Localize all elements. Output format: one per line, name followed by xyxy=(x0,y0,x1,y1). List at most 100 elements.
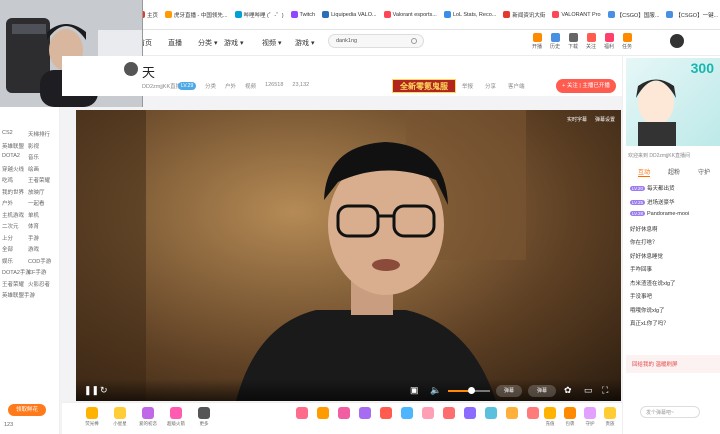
refresh-icon[interactable]: ↻ xyxy=(100,385,108,396)
danmaku-toggle[interactable]: 弹幕 xyxy=(528,385,556,397)
gift-item[interactable] xyxy=(439,407,459,421)
sidebar-item[interactable]: 单机 xyxy=(28,211,39,219)
bookmark-item[interactable]: 新闻资讯大街 xyxy=(503,11,545,19)
bookmark-item[interactable]: 哔哩哔哩 (゜-゜) xyxy=(234,11,284,19)
chat-tab[interactable]: 守护 xyxy=(698,167,710,176)
sidebar-item[interactable]: 放映厅 xyxy=(28,188,45,196)
gift-item[interactable]: 超级火箭 xyxy=(166,407,186,427)
nav-download-icon[interactable]: 下载 xyxy=(564,33,582,50)
gift-item[interactable]: 爱的初恋 xyxy=(138,407,158,427)
bookmark-item[interactable]: Liquipedia VALO... xyxy=(322,11,377,18)
gift-item[interactable] xyxy=(397,407,417,421)
gift-item[interactable] xyxy=(355,407,375,421)
gift-item[interactable] xyxy=(376,407,396,421)
gift-item[interactable] xyxy=(502,407,522,421)
gift-item[interactable]: 更多 xyxy=(194,407,214,427)
volume-slider[interactable] xyxy=(448,387,490,394)
gift-item[interactable] xyxy=(313,407,333,421)
room-action-0[interactable]: 举报 xyxy=(462,82,473,90)
sidebar-item[interactable]: 二次元 xyxy=(2,222,19,230)
user-avatar[interactable] xyxy=(670,34,684,48)
screenshot-icon[interactable]: ▣ xyxy=(410,385,419,396)
sidebar-item[interactable]: 王者荣耀 xyxy=(28,176,50,184)
sidebar-item[interactable]: 娱乐 xyxy=(2,257,13,265)
chat-tab[interactable]: 超粉 xyxy=(668,167,680,176)
gift-action-1[interactable]: 包裹 xyxy=(560,407,580,427)
nav-link[interactable]: 游戏 ▾ xyxy=(295,38,314,48)
sidebar-item[interactable]: 一起看 xyxy=(28,199,45,207)
room-action-2[interactable]: 客户端 xyxy=(508,82,525,90)
chat-input[interactable]: 发个弹幕吧~ xyxy=(640,406,700,418)
sidebar-item[interactable]: 手游 xyxy=(28,234,39,242)
right-banner[interactable]: 300 xyxy=(626,58,720,146)
sidebar-item[interactable]: 英雄联盟手游 xyxy=(2,291,35,299)
sidebar-item[interactable]: 游戏 xyxy=(28,245,39,253)
sidebar-item[interactable]: 绘画 xyxy=(28,165,39,173)
sidebar-item[interactable]: COD手游 xyxy=(28,257,51,265)
sidebar-item[interactable]: CS2 xyxy=(2,130,13,136)
sidebar-item[interactable]: 体育 xyxy=(28,222,39,230)
nav-live-icon[interactable]: 开播 xyxy=(528,33,546,50)
gift-effects-icon[interactable]: ✿ xyxy=(564,385,572,396)
promo-banner[interactable]: 全新零氪鬼服 xyxy=(392,79,456,93)
volume-icon[interactable]: 🔈 xyxy=(430,385,441,396)
sidebar-item[interactable]: 天梯排行 xyxy=(28,130,50,138)
gift-item[interactable] xyxy=(292,407,312,421)
pause-icon[interactable]: ❚❚ xyxy=(84,385,99,396)
bookmark-item[interactable]: VALORANT Pro xyxy=(552,11,601,18)
streamer-avatar[interactable] xyxy=(124,62,138,76)
video-player[interactable]: 实时字幕 弹幕设置 ❚❚ ↻ ▣ 🔈 弹幕 弹幕 ✿ ▭ ⛶ xyxy=(76,110,621,401)
bookmark-item[interactable]: 虎牙直播 - 中国领先... xyxy=(165,11,228,19)
gift-action-3[interactable]: 贵族 xyxy=(600,407,620,427)
claim-flowers-button[interactable]: 领取鲜花 xyxy=(8,404,46,416)
search-icon[interactable] xyxy=(411,38,417,44)
sidebar-item[interactable]: 音乐 xyxy=(28,153,39,161)
search-input[interactable]: dank1ng xyxy=(328,34,424,48)
gift-item[interactable]: 荧光棒 xyxy=(82,407,102,427)
sidebar-item[interactable]: 吃鸡 xyxy=(2,176,13,184)
sidebar-item[interactable]: 王者荣耀 xyxy=(2,280,24,288)
sidebar-item[interactable]: 上分 xyxy=(2,234,13,242)
sidebar-item[interactable]: 英雄联盟 xyxy=(2,142,24,150)
nav-history-icon[interactable]: 历史 xyxy=(546,33,564,50)
bookmark-item[interactable]: LoL Stats, Reco... xyxy=(443,11,496,18)
video-top-button[interactable]: 实时字幕 xyxy=(567,116,587,123)
follow-button[interactable]: + 关注 | 主播已开播 xyxy=(556,79,616,93)
nav-follow-icon[interactable]: 关注 xyxy=(582,33,600,50)
bookmark-item[interactable]: Twitch xyxy=(290,11,315,18)
sidebar-item[interactable]: DOTA2 xyxy=(2,153,20,159)
chat-tab[interactable]: 互动 xyxy=(638,167,651,177)
gift-item[interactable]: 小星星 xyxy=(110,407,130,427)
video-top-button[interactable]: 弹幕设置 xyxy=(595,116,615,123)
gift-item[interactable] xyxy=(481,407,501,421)
sidebar-item[interactable]: CF手游 xyxy=(28,268,46,276)
danmaku-input[interactable]: 弹幕 xyxy=(496,385,522,397)
gift-action-2[interactable]: 守护 xyxy=(580,407,600,427)
sidebar-item[interactable]: 影视 xyxy=(28,142,39,150)
gift-item[interactable] xyxy=(418,407,438,421)
bookmark-item[interactable]: 【CSGO】一键... xyxy=(666,11,718,19)
sidebar-item[interactable]: 全部 xyxy=(2,245,13,253)
sidebar-item[interactable]: 穿越火线 xyxy=(2,165,24,173)
gift-item[interactable] xyxy=(460,407,480,421)
sidebar-item[interactable]: 火影忍者 xyxy=(28,280,50,288)
sidebar-item[interactable]: 户外 xyxy=(2,199,13,207)
nav-link[interactable]: 直播 xyxy=(168,38,182,48)
nav-link[interactable]: 视频 ▾ xyxy=(262,38,281,48)
sidebar-item[interactable]: DOTA2手游 xyxy=(2,268,31,276)
fullscreen-icon[interactable]: ⛶ xyxy=(602,385,608,396)
gift-item[interactable] xyxy=(334,407,354,421)
nav-task-icon[interactable]: 任务 xyxy=(618,33,636,50)
sidebar-item[interactable]: 主机游戏 xyxy=(2,211,24,219)
gift-action-0[interactable]: 充值 xyxy=(540,407,560,427)
nav-icon-glyph xyxy=(532,33,542,42)
gift-promo-strip[interactable]: 回给我的 温暖刷屏 xyxy=(626,355,720,373)
nav-link[interactable]: 分类 ▾ xyxy=(198,38,217,48)
theater-mode-icon[interactable]: ▭ xyxy=(584,385,593,396)
bookmark-item[interactable]: 【CSGO】国服... xyxy=(607,11,659,19)
room-action-1[interactable]: 分享 xyxy=(485,82,496,90)
nav-welfare-icon[interactable]: 福利 xyxy=(600,33,618,50)
sidebar-item[interactable]: 我的世界 xyxy=(2,188,24,196)
nav-link[interactable]: 游戏 ▾ xyxy=(224,38,243,48)
bookmark-item[interactable]: Valorant esports... xyxy=(383,11,437,18)
